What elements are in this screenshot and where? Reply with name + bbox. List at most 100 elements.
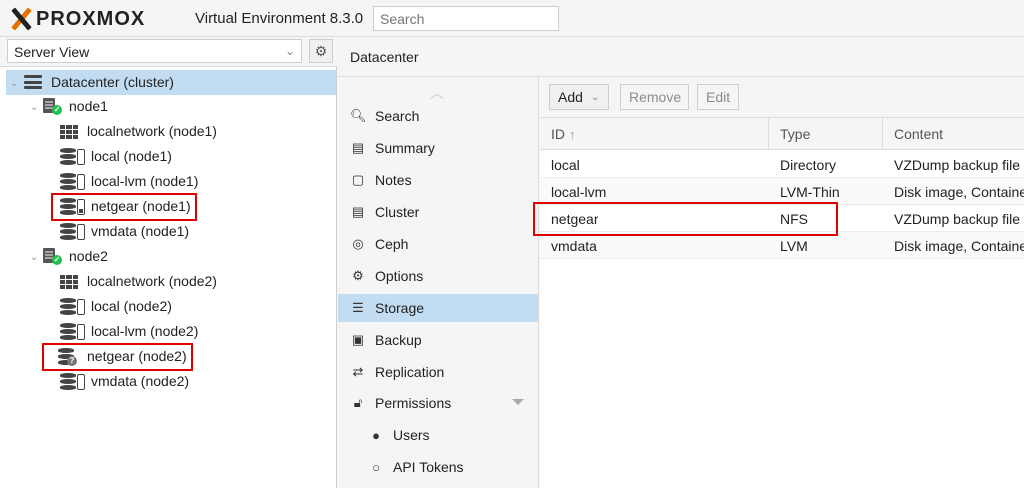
tree-item-localnetwork-node2[interactable]: localnetwork (node2) [0,269,336,294]
storage-icon [60,323,85,340]
floppy-icon: ▣ [351,332,365,347]
collapse-caret-icon[interactable] [512,399,524,405]
storage-icon [60,148,85,165]
gear-icon: ⚙ [314,42,328,59]
user-icon: ● [372,427,380,443]
cell-id: local [551,157,580,173]
proxmox-logo[interactable]: PROXMOX [8,7,145,31]
menu-item-summary[interactable]: ▤ Summary [338,134,538,162]
menu-label: Storage [375,300,425,316]
tree-item-vmdata-node1[interactable]: vmdata (node1) [0,219,336,244]
node-online-icon: ✓ [43,248,62,265]
datacenter-icon [24,75,42,89]
expand-toggle-icon[interactable]: ⌄ [30,102,38,113]
menu-item-ceph[interactable]: ◎ Ceph [338,230,538,258]
menu-item-replication[interactable]: ⇄ Replication [338,358,538,386]
menu-item-users[interactable]: ● Users [338,421,538,449]
storage-grid-panel: Add ⌄ Remove Edit ID ↑ Type Content local … [540,77,1024,488]
tree-label: node2 [69,248,108,264]
table-row[interactable]: vmdata LVM Disk image, Container [540,232,1024,259]
menu-label: Users [393,427,430,443]
unlock-icon: 🔓︎ [353,395,363,410]
menu-label: Search [375,108,420,124]
tree-label: vmdata (node1) [91,223,190,239]
tree-item-vmdata-node2[interactable]: vmdata (node2) [0,369,336,394]
menu-label: API Tokens [393,459,464,475]
chevron-up-icon[interactable]: ︿ [430,83,444,103]
page-title: Datacenter [350,49,419,65]
cell-content: VZDump backup file [894,211,1021,227]
network-grid-icon [60,275,78,289]
menu-item-cluster[interactable]: ▤ Cluster [338,198,538,226]
tree-label: localnetwork (node1) [87,123,217,139]
cell-type: Directory [780,157,837,173]
gear-button[interactable]: ⚙ [309,39,333,63]
cell-id: vmdata [551,238,597,254]
tree-label: node1 [69,98,108,114]
resource-tree-panel: Server View ⌄ ⚙ ⌄ Datacenter (cluster) ⌄… [0,37,337,488]
table-row[interactable]: local Directory VZDump backup file [540,151,1024,178]
view-selector-bar: Server View ⌄ ⚙ [0,37,337,67]
column-header-id[interactable]: ID ↑ [540,118,769,150]
menu-item-search[interactable]: 🔍︎ Search [338,102,538,130]
sort-asc-icon: ↑ [569,126,576,142]
menu-item-options[interactable]: ⚙ Options [338,262,538,290]
tree-item-local-lvm-node1[interactable]: local-lvm (node1) [0,169,336,194]
ceph-icon: ◎ [352,236,364,251]
column-header-type[interactable]: Type [769,118,883,150]
datacenter-menu: ︿ 🔍︎ Search ▤ Summary ▢ Notes ▤ Cluster ◎ Cep… [338,77,539,488]
expand-toggle-icon[interactable]: ⌄ [30,252,38,263]
remove-button[interactable]: Remove [620,84,689,110]
storage-icon [60,298,85,315]
add-button[interactable]: Add ⌄ [549,84,609,110]
tree-item-localnetwork-node1[interactable]: localnetwork (node1) [0,119,336,144]
proxmox-x-icon [8,7,34,31]
menu-item-api-tokens[interactable]: ○ API Tokens [338,453,538,481]
tree-item-local-lvm-node2[interactable]: local-lvm (node2) [0,319,336,344]
button-label: Add [558,89,583,105]
tree-item-node2[interactable]: ⌄ ✓ node2 [0,244,336,269]
menu-label: Permissions [375,395,452,411]
grid-header: ID ↑ Type Content [540,118,1024,150]
tree-label: vmdata (node2) [91,373,190,389]
view-select-value: Server View [14,44,90,60]
button-label: Edit [706,89,731,105]
menu-label: Summary [375,140,435,156]
highlight-box [42,343,193,371]
user-outline-icon: ○ [372,459,380,475]
chevron-down-icon: ⌄ [590,91,600,103]
tree-item-local-node1[interactable]: local (node1) [0,144,336,169]
menu-item-storage[interactable]: ☰ Storage [338,294,538,322]
menu-item-backup[interactable]: ▣ Backup [338,326,538,354]
column-header-content[interactable]: Content [883,118,1024,150]
cell-content: Disk image, Container [894,184,1024,200]
tree-label: local (node1) [91,148,172,164]
menu-label: Notes [375,172,412,188]
chevron-down-icon: ⌄ [284,44,295,58]
tree-label: Datacenter (cluster) [51,74,174,90]
book-icon: ▤ [351,140,365,155]
highlight-box [533,202,838,236]
tree-label: local (node2) [91,298,172,314]
tree-item-datacenter[interactable]: ⌄ Datacenter (cluster) [6,70,336,95]
storage-icon [60,173,85,190]
database-icon: ☰ [352,300,364,315]
menu-item-notes[interactable]: ▢ Notes [338,166,538,194]
tree-item-node1[interactable]: ⌄ ✓ node1 [0,94,336,119]
expand-toggle-icon[interactable]: ⌄ [10,78,18,89]
view-select[interactable]: Server View ⌄ [7,39,302,63]
search-input[interactable] [373,6,559,31]
node-online-icon: ✓ [43,98,62,115]
table-row[interactable]: local-lvm LVM-Thin Disk image, Container [540,178,1024,205]
cell-content: VZDump backup file [894,157,1021,173]
menu-label: Cluster [375,204,420,220]
tree-item-local-node2[interactable]: local (node2) [0,294,336,319]
cell-type: LVM [780,238,808,254]
edit-button[interactable]: Edit [697,84,739,110]
grid-toolbar: Add ⌄ Remove Edit [540,77,1024,118]
server-icon: ▤ [351,204,365,219]
menu-label: Replication [375,364,445,380]
menu-label: Ceph [375,236,409,252]
menu-item-permissions[interactable]: 🔓︎ Permissions [338,389,538,417]
gear-icon: ⚙ [352,268,364,283]
